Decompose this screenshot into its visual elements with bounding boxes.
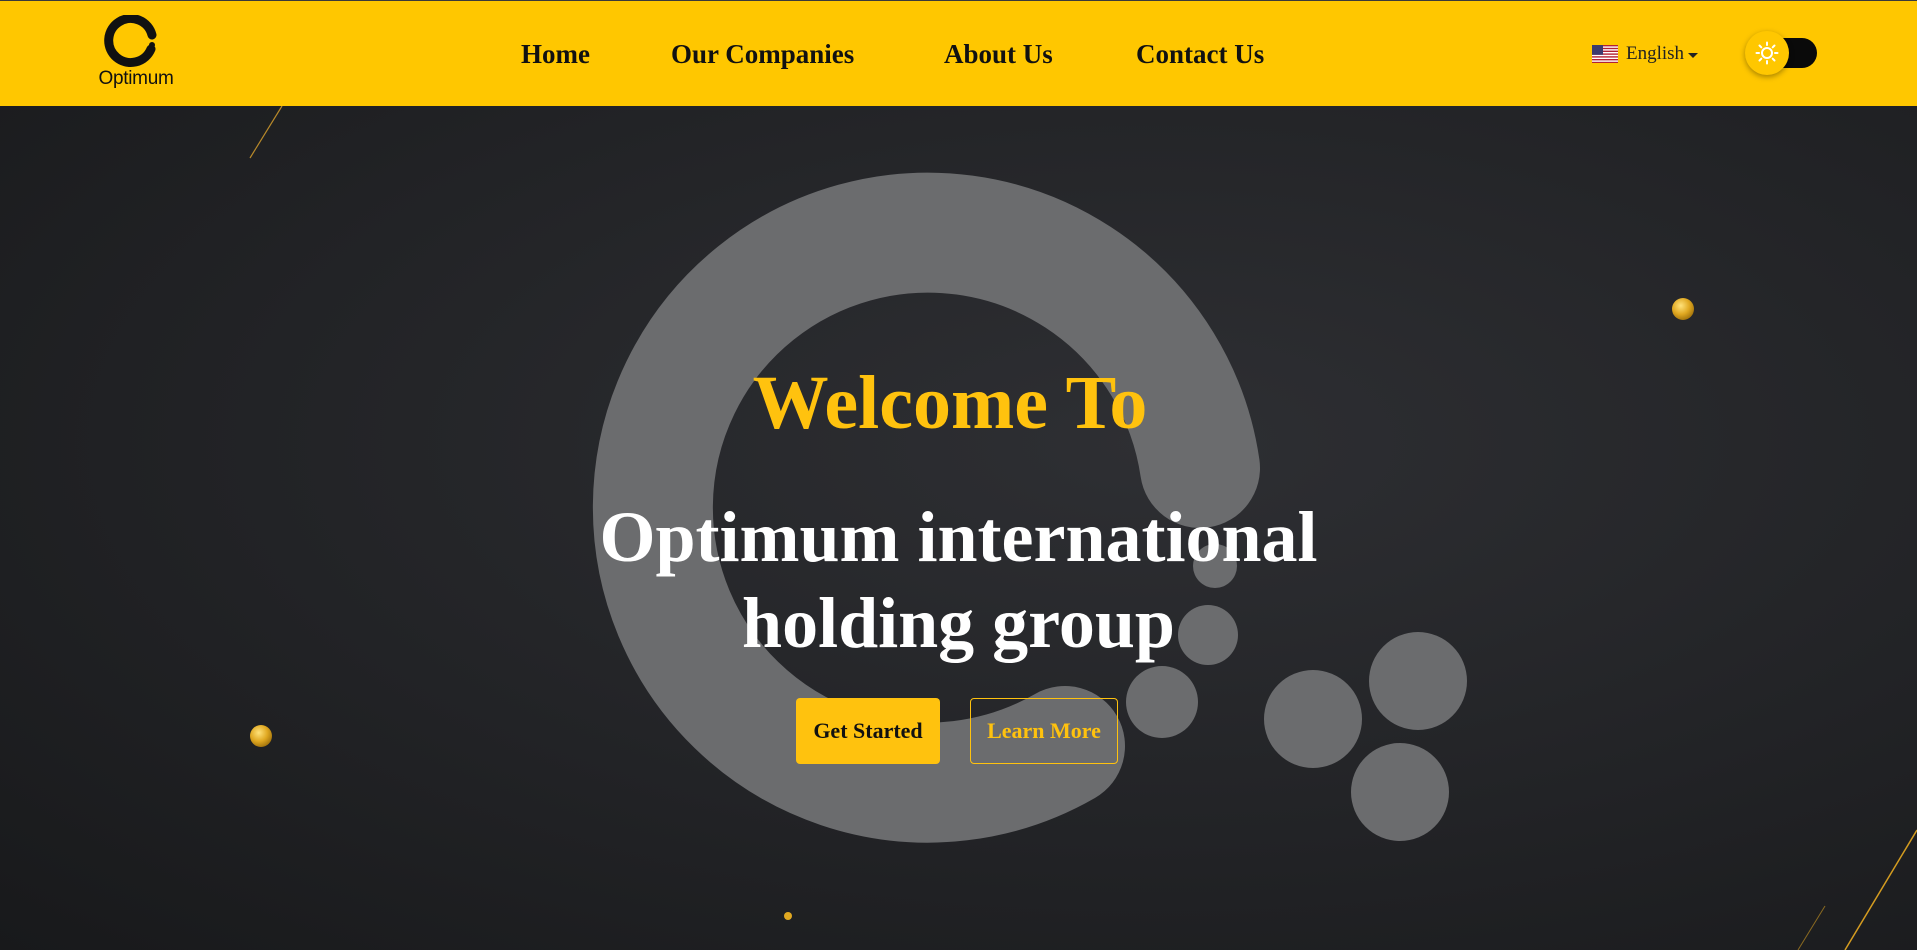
hero-section: Welcome To Optimum international holding… bbox=[0, 106, 1917, 950]
top-header: Optimum Home Our Companies About Us Cont… bbox=[0, 0, 1917, 106]
hero-headline-line1: Optimum international bbox=[599, 497, 1318, 577]
chevron-down-icon bbox=[1688, 52, 1699, 58]
decorative-line bbox=[1844, 829, 1917, 950]
nav-item-about-us[interactable]: About Us bbox=[944, 37, 1053, 71]
nav-item-our-companies[interactable]: Our Companies bbox=[671, 37, 854, 71]
theme-toggle[interactable] bbox=[1745, 31, 1817, 75]
toggle-knob bbox=[1745, 31, 1789, 75]
hero-headline: Optimum international holding group bbox=[0, 494, 1917, 666]
logo-dot-shape bbox=[1351, 743, 1449, 841]
us-flag-icon bbox=[1592, 45, 1618, 63]
hero-headline-line2: holding group bbox=[742, 583, 1175, 663]
gold-orb-shape bbox=[250, 725, 272, 747]
nav-item-contact-us[interactable]: Contact Us bbox=[1136, 37, 1264, 71]
language-selector[interactable]: English bbox=[1592, 41, 1699, 67]
gold-orb-shape bbox=[784, 912, 792, 920]
decorative-line bbox=[249, 106, 283, 159]
optimum-logo[interactable]: Optimum bbox=[96, 14, 176, 91]
learn-more-button[interactable]: Learn More bbox=[970, 698, 1118, 764]
logo-dot-shape bbox=[1264, 670, 1362, 768]
sun-icon bbox=[1755, 41, 1779, 65]
language-label: English bbox=[1626, 43, 1685, 64]
decorative-line bbox=[1797, 905, 1826, 950]
logo-text: Optimum bbox=[98, 68, 174, 89]
get-started-button[interactable]: Get Started bbox=[796, 698, 940, 764]
nav-item-home[interactable]: Home bbox=[521, 37, 590, 71]
gold-orb-shape bbox=[1672, 298, 1694, 320]
logo-mark-icon bbox=[104, 14, 157, 67]
logo-dot-shape bbox=[1126, 666, 1198, 738]
hero-welcome-heading: Welcome To bbox=[752, 361, 1148, 445]
